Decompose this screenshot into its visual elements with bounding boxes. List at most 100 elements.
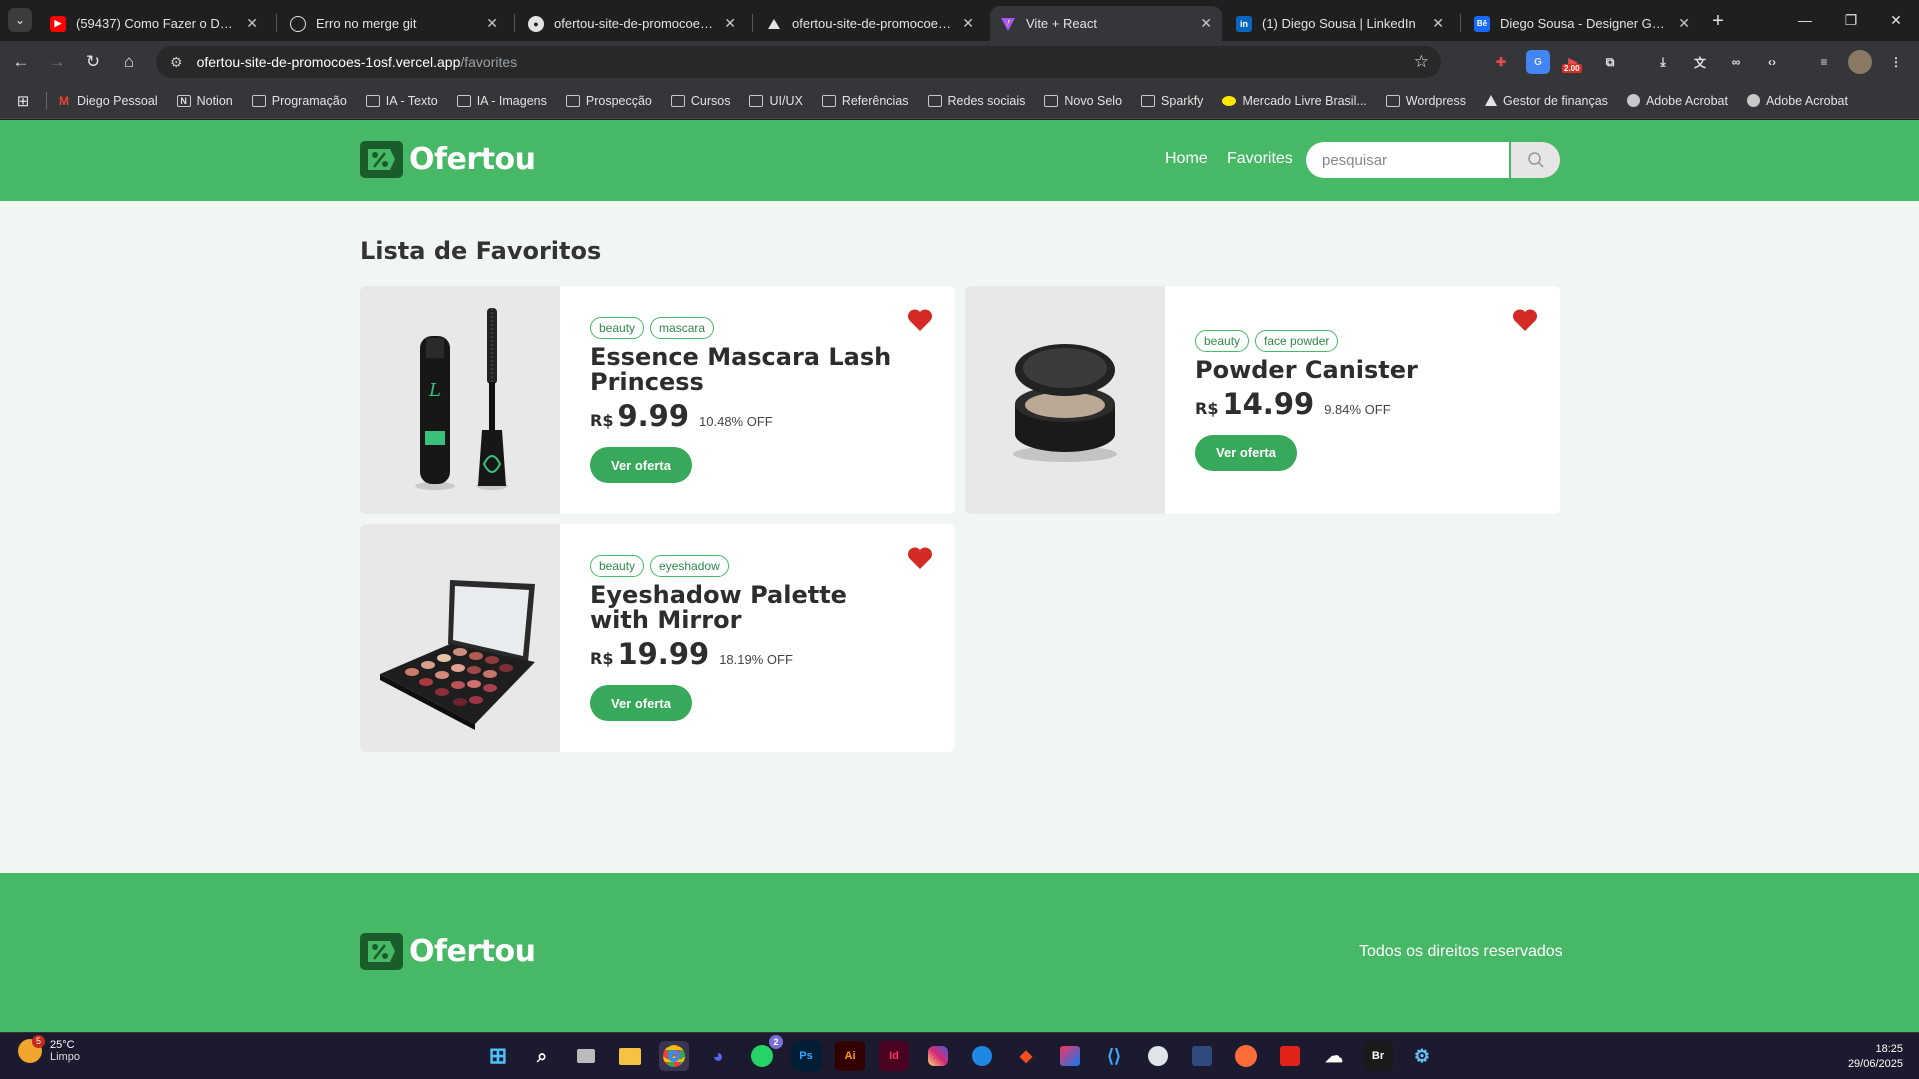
cloud-app-icon[interactable]: ☁ [1319,1041,1349,1071]
steam-icon[interactable]: ⚙ [1407,1041,1437,1071]
illustrator-icon[interactable]: Ai [835,1041,865,1071]
bookmark-folder[interactable]: Wordpress [1385,94,1466,108]
ver-oferta-button[interactable]: Ver oferta [590,685,692,721]
bookmark-folder[interactable]: Novo Selo [1044,94,1122,108]
indesign-icon[interactable]: Id [879,1041,909,1071]
restore-button[interactable]: ❐ [1831,8,1871,32]
bookmark-item[interactable]: Mercado Livre Brasil... [1222,94,1367,108]
bookmark-folder[interactable]: UI/UX [749,94,803,108]
tab-behance[interactable]: Bē Diego Sousa - Designer Gráfico ✕ [1464,6,1700,41]
intellij-icon[interactable] [1055,1041,1085,1071]
bookmarks-bar: ⊞ M Diego Pessoal N Notion Programação IA … [0,83,1919,119]
discord-icon[interactable]: ◕ [703,1041,733,1071]
bookmark-folder[interactable]: Redes sociais [927,94,1025,108]
tag[interactable]: beauty [590,317,645,339]
close-tab-icon[interactable]: ✕ [246,15,258,32]
tag[interactable]: mascara [650,317,715,339]
close-tab-icon[interactable]: ✕ [1200,15,1212,32]
code-icon[interactable]: ‹› [1760,50,1784,74]
bookmark-folder[interactable]: Sparkfy [1141,94,1203,108]
site-logo[interactable]: Ofertou [360,141,536,178]
app-icon[interactable] [967,1041,997,1071]
tab-chatgpt[interactable]: Erro no merge git ✕ [280,6,508,41]
close-tab-icon[interactable]: ✕ [1432,15,1444,32]
tag[interactable]: face powder [1255,329,1339,352]
bookmark-folder[interactable]: IA - Imagens [456,94,547,108]
link-icon[interactable]: ∞ [1724,50,1748,74]
close-tab-icon[interactable]: ✕ [486,15,498,32]
instagram-icon[interactable] [923,1041,953,1071]
bookmark-star-icon[interactable]: ☆ [1414,52,1429,72]
bookmark-item[interactable]: N Notion [176,94,233,108]
file-explorer-icon[interactable] [615,1041,645,1071]
figma-icon[interactable]: ◆ [1011,1041,1041,1071]
bookmark-folder[interactable]: Cursos [670,94,730,108]
app-icon[interactable] [1143,1041,1173,1071]
acrobat-icon[interactable] [1275,1041,1305,1071]
bookmark-item[interactable]: Gestor de finanças [1485,94,1608,108]
back-button[interactable]: ← [8,49,34,75]
favorite-heart-icon[interactable] [1512,308,1538,332]
windows-taskbar: 5 25°C Limpo ⊞ ⌕ ◕ 2 Ps Ai Id ◆ ⟨⟩ ☁ Br … [0,1032,1919,1079]
postman-icon[interactable] [1231,1041,1261,1071]
footer-logo[interactable]: Ofertou [360,933,536,970]
download-icon[interactable]: ⤓ [1651,50,1675,74]
chrome-icon[interactable] [659,1041,689,1071]
profile-avatar[interactable] [1848,50,1872,74]
tag[interactable]: eyeshadow [650,555,729,577]
tab-github[interactable]: ● ofertou-site-de-promocoes/REA ✕ [518,6,746,41]
close-tab-icon[interactable]: ✕ [724,15,736,32]
mysql-workbench-icon[interactable] [1187,1041,1217,1071]
tab-vite-react[interactable]: Vite + React ✕ [990,6,1222,41]
search-button[interactable] [1511,142,1560,178]
translate-icon[interactable]: 文 [1688,50,1712,74]
tag[interactable]: beauty [1195,329,1250,352]
media-controls-icon[interactable]: ≡ [1812,50,1836,74]
bookmark-item[interactable]: Adobe Acrobat [1746,94,1848,108]
extensions-puzzle-icon[interactable]: ⧉ [1598,50,1622,74]
close-tab-icon[interactable]: ✕ [962,15,974,32]
forward-button[interactable]: → [44,49,70,75]
site-info-icon[interactable]: ⚙ [170,54,183,71]
apps-grid-icon[interactable]: ⊞ [0,92,46,110]
close-tab-icon[interactable]: ✕ [1678,15,1690,32]
bookmark-item[interactable]: M Diego Pessoal [57,94,158,108]
bridge-icon[interactable]: Br [1363,1041,1393,1071]
minimize-button[interactable]: — [1785,8,1825,32]
weather-widget[interactable]: 5 25°C Limpo [18,1035,80,1063]
new-tab-button[interactable]: + [1705,8,1731,34]
home-button[interactable]: ⌂ [116,49,142,75]
windows-start-icon[interactable]: ⊞ [483,1041,513,1071]
tag[interactable]: beauty [590,555,645,577]
nav-home-link[interactable]: Home [1165,150,1208,168]
ver-oferta-button[interactable]: Ver oferta [1195,434,1297,471]
photoshop-icon[interactable]: Ps [791,1041,821,1071]
chrome-menu-icon[interactable]: ⋮ [1884,50,1908,74]
task-view-icon[interactable] [571,1041,601,1071]
tab-vercel[interactable]: ofertou-site-de-promocoes-1os ✕ [756,6,984,41]
favorite-heart-icon[interactable] [907,308,933,332]
vscode-icon[interactable]: ⟨⟩ [1099,1041,1129,1071]
search-icon[interactable]: ⌕ [527,1041,557,1071]
extension-icon[interactable]: ✚ [1489,50,1513,74]
address-bar[interactable]: ⚙ ofertou-site-de-promocoes-1osf.vercel.… [156,46,1441,78]
bookmark-folder[interactable]: Prospecção [565,94,652,108]
bookmark-folder[interactable]: Referências [821,94,909,108]
favorite-heart-icon[interactable] [907,546,933,570]
system-clock[interactable]: 18:25 29/06/2025 [1848,1042,1903,1072]
bookmark-folder[interactable]: IA - Texto [365,94,438,108]
whatsapp-icon[interactable]: 2 [747,1035,783,1071]
close-window-button[interactable]: ✕ [1876,8,1916,32]
tab-linkedin[interactable]: in (1) Diego Sousa | LinkedIn ✕ [1226,6,1454,41]
price-row: R$ 19.99 18.19% OFF [590,637,935,671]
search-input[interactable] [1306,142,1509,178]
tab-youtube[interactable]: ▶ (59437) Como Fazer o Deploy de ✕ [40,6,268,41]
nav-favorites-link[interactable]: Favorites [1227,150,1293,168]
bookmark-item[interactable]: Adobe Acrobat [1626,94,1728,108]
product-image-palette [360,524,560,752]
reload-button[interactable]: ↻ [80,49,106,75]
ver-oferta-button[interactable]: Ver oferta [590,447,692,483]
bookmark-folder[interactable]: Programação [251,94,347,108]
translate-extension-icon[interactable]: G [1526,50,1550,74]
tab-search-button[interactable]: ⌄ [8,8,32,32]
